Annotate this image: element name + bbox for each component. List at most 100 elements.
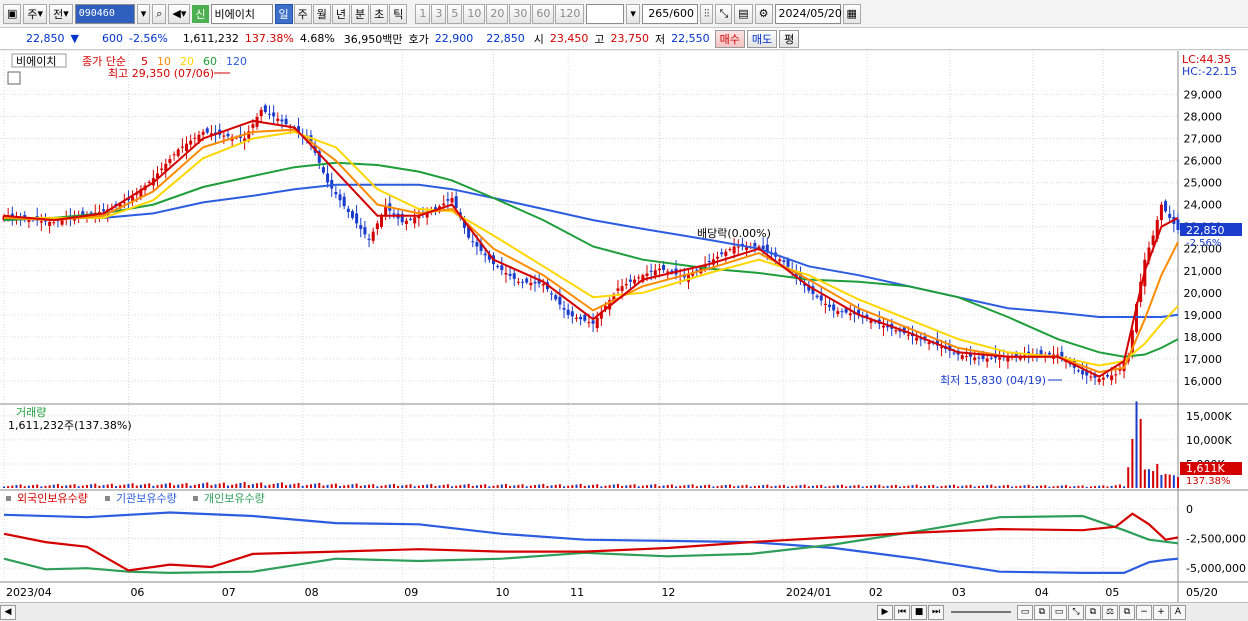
candle-body xyxy=(60,220,64,225)
volume-bar xyxy=(712,486,715,488)
tool-icon-7[interactable]: ⧉ xyxy=(1119,604,1135,620)
gear-icon[interactable]: ⚙ xyxy=(754,3,773,24)
volume-bar xyxy=(836,485,839,488)
volume-bar xyxy=(484,484,487,488)
scroll-bar[interactable]: ◀ ▶ ⏮ ■ ⏭ ▭ ⧉ ▭ ⤡ ⧉ ⚖ ⧉ − + A xyxy=(0,602,1248,621)
candle-body xyxy=(1047,352,1051,355)
volume-bar xyxy=(451,486,454,488)
interval-tab-60[interactable]: 60 xyxy=(532,3,555,24)
volume-bar xyxy=(782,484,785,488)
period-tab-2[interactable]: 월 xyxy=(312,3,331,24)
scroll-right-icon[interactable]: ▶ xyxy=(877,604,893,620)
max-price-note: 최고 29,350 (07/06) xyxy=(108,67,214,80)
volume-bar xyxy=(504,483,507,488)
candle-body xyxy=(1159,204,1163,221)
volume-bar xyxy=(824,486,827,488)
candle-body xyxy=(284,118,288,125)
candle-icon[interactable]: ⫶⫶ xyxy=(699,3,714,24)
scroll-left-icon[interactable]: ◀ xyxy=(0,604,16,620)
candle-body xyxy=(384,206,388,216)
date-field[interactable]: 2024/05/20 xyxy=(774,3,842,24)
volume-tick-label: 10,000K xyxy=(1186,434,1232,447)
stock-name-field[interactable]: 비에이치 xyxy=(210,3,273,24)
volume-bar xyxy=(969,484,972,488)
interval-tab-120[interactable]: 120 xyxy=(555,3,585,24)
layout-icon[interactable]: ▣ xyxy=(3,3,22,24)
volume-bar xyxy=(480,484,483,488)
candle-body xyxy=(367,238,371,240)
average-button[interactable]: 평 xyxy=(779,29,800,48)
volume-bar xyxy=(1035,485,1038,488)
interval-dropdown-icon[interactable]: ▾ xyxy=(626,3,640,24)
volume-bar xyxy=(899,486,902,488)
volume-bar xyxy=(1064,485,1067,488)
forward-icon[interactable]: ⏭ xyxy=(928,604,944,620)
volume-bar xyxy=(1085,486,1088,488)
interval-input[interactable] xyxy=(586,3,625,24)
tool-icon-3[interactable]: ▭ xyxy=(1051,604,1067,620)
zoom-in-icon[interactable]: + xyxy=(1153,604,1169,620)
code-dropdown-icon[interactable]: ▾ xyxy=(136,3,151,24)
volume-bar xyxy=(61,486,64,488)
volume-bar xyxy=(849,485,852,488)
search-icon[interactable]: ⌕ xyxy=(152,3,167,24)
interval-tab-10[interactable]: 10 xyxy=(463,3,486,24)
tool-icon-1[interactable]: ▭ xyxy=(1017,604,1033,620)
tool-icon-4[interactable]: ⤡ xyxy=(1068,604,1084,620)
period-tab-0[interactable]: 일 xyxy=(274,3,293,24)
buy-button[interactable]: 매수 xyxy=(714,29,745,48)
stock-type-select[interactable]: 주 ▾ xyxy=(23,3,48,24)
period-tab-1[interactable]: 주 xyxy=(293,3,312,24)
volume-bar xyxy=(272,483,275,488)
period-tab-6[interactable]: 틱 xyxy=(389,3,408,24)
interval-tab-3[interactable]: 3 xyxy=(431,3,447,24)
chart-area[interactable]: 비에이치 종가 단순 5 10 20 60 120 최고 29,350 (07/06) 최저 1… xyxy=(0,51,1248,602)
x-tick-label: 11 xyxy=(570,586,584,599)
candle-body xyxy=(815,295,819,298)
speaker-icon[interactable]: ◀▾ xyxy=(168,3,191,24)
calendar-icon[interactable]: ▦ xyxy=(842,3,861,24)
interval-tab-1[interactable]: 1 xyxy=(415,3,431,24)
volume-bar xyxy=(426,484,429,488)
auto-icon[interactable]: A xyxy=(1170,604,1186,620)
volume-bar xyxy=(152,485,155,488)
volume-bar xyxy=(766,484,769,488)
holding-legend-2: 개인보유수량 xyxy=(204,492,265,505)
save-icon[interactable]: ▤ xyxy=(734,3,753,24)
volume-bar xyxy=(330,484,333,488)
interval-tab-5[interactable]: 5 xyxy=(447,3,463,24)
volume-bar xyxy=(778,485,781,488)
compare-select[interactable]: 전 ▾ xyxy=(49,3,73,24)
x-tick-label: 2024/01 xyxy=(786,586,832,599)
sell-button[interactable]: 매도 xyxy=(746,29,778,48)
ma-line-10 xyxy=(3,128,1179,374)
interval-tab-20[interactable]: 20 xyxy=(486,3,509,24)
price-tick-label: 29,000 xyxy=(1184,88,1223,101)
zoom-out-icon[interactable]: − xyxy=(1136,604,1152,620)
x-tick-label: 03 xyxy=(952,586,966,599)
stock-code-input[interactable]: 090460 xyxy=(74,3,135,24)
period-tab-4[interactable]: 분 xyxy=(351,3,370,24)
tool-icon-6[interactable]: ⚖ xyxy=(1102,604,1118,620)
interval-tab-30[interactable]: 30 xyxy=(509,3,532,24)
volume-bar xyxy=(36,484,39,488)
tool-icon-5[interactable]: ⧉ xyxy=(1085,604,1101,620)
candle-body xyxy=(1039,350,1043,355)
stop-icon[interactable]: ■ xyxy=(911,604,927,620)
count-field[interactable]: 265/600 xyxy=(641,3,698,24)
volume-title: 거래량 xyxy=(16,406,46,419)
volume-bar xyxy=(256,483,259,488)
volume-bar xyxy=(218,483,221,488)
volume-bar xyxy=(583,485,586,488)
tool-icon-2[interactable]: ⧉ xyxy=(1034,604,1050,620)
volume-bar xyxy=(1019,485,1022,488)
price-tick-label: 19,000 xyxy=(1184,309,1223,322)
period-tab-3[interactable]: 년 xyxy=(331,3,351,24)
rewind-icon[interactable]: ⏮ xyxy=(894,604,910,620)
draw-icon[interactable]: ⤡ xyxy=(715,3,733,24)
volume-bar xyxy=(932,484,935,488)
chart-svg[interactable]: 비에이치 종가 단순 5 10 20 60 120최고 29,350 (07/06)최저 1… xyxy=(0,51,1248,602)
candle-body xyxy=(550,293,554,295)
period-tab-5[interactable]: 초 xyxy=(370,3,389,24)
zoom-slider[interactable] xyxy=(951,611,1011,613)
